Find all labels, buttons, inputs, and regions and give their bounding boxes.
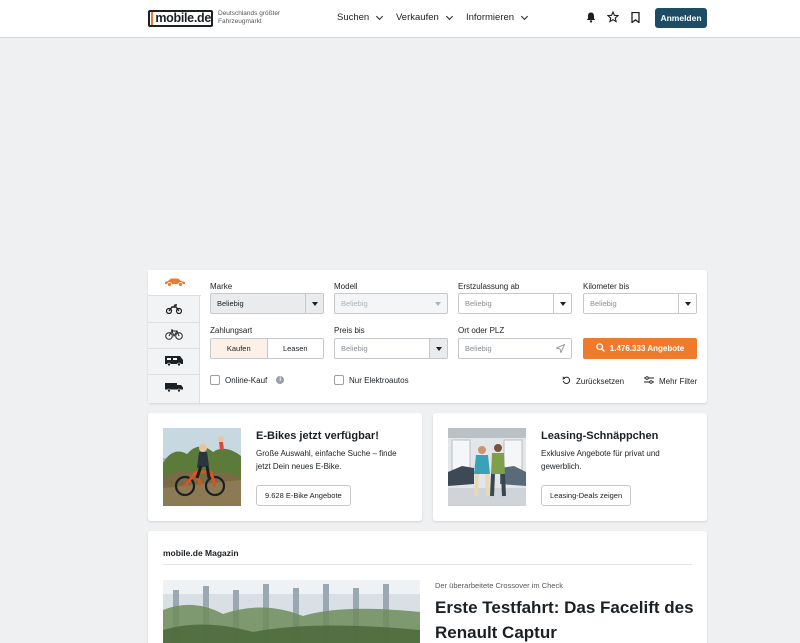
location-input[interactable]: Beliebig — [458, 338, 572, 359]
car-tab[interactable] — [148, 270, 201, 296]
mobile-de-logo[interactable]: mobile.de — [148, 10, 213, 27]
bookmark-icon[interactable] — [629, 11, 641, 23]
leasing-deals-button[interactable]: Leasing-Deals zeigen — [541, 485, 632, 506]
magazine-section: mobile.de Magazin Der überarbeitete Cros… — [148, 531, 707, 643]
bicycle-tab[interactable] — [148, 323, 200, 349]
make-value: Beliebig — [217, 299, 244, 308]
online-purchase-label: Online-Kauf — [225, 375, 268, 385]
nav-verkaufen[interactable]: Verkaufen — [396, 12, 453, 23]
promo-text: Große Auswahl, einfache Suche – finde je… — [256, 449, 397, 471]
electric-only-label: Nur Elektroautos — [349, 375, 409, 385]
show-offers-label: 1.476.333 Angebote — [609, 344, 685, 353]
article-kicker: Der überarbeitete Crossover im Check — [435, 581, 563, 590]
mileage-label: Kilometer bis — [583, 282, 630, 291]
top-header: mobile.de Deutschlands größter Fahrzeugm… — [0, 0, 800, 38]
logo-text: mobile.de — [155, 11, 211, 26]
chevron-down-icon — [429, 294, 447, 313]
vehicle-type-tabs — [148, 270, 201, 403]
motorhome-tab[interactable] — [148, 349, 200, 375]
nav-label: Verkaufen — [396, 12, 439, 23]
first-registration-label: Erstzulassung ab — [458, 282, 520, 291]
location-placeholder: Beliebig — [465, 344, 492, 353]
reset-icon — [562, 376, 571, 387]
checkbox-box[interactable] — [334, 375, 344, 385]
divider — [163, 564, 692, 565]
mileage-value: Beliebig — [590, 299, 617, 308]
nav-informieren[interactable]: Informieren — [466, 12, 529, 23]
chevron-down-icon — [445, 12, 453, 20]
tagline: Deutschlands größter Fahrzeugmarkt — [218, 10, 281, 25]
promo-card-ebikes: E-Bikes jetzt verfügbar! Große Auswahl, … — [148, 413, 422, 521]
price-select[interactable]: Beliebig — [334, 338, 448, 359]
payment-option-kaufen[interactable]: Kaufen — [211, 339, 268, 358]
payment-option-leasen[interactable]: Leasen — [268, 339, 324, 358]
make-select[interactable]: Beliebig — [210, 293, 324, 314]
nav-label: Suchen — [337, 12, 370, 23]
star-icon[interactable] — [607, 11, 619, 23]
search-icon — [596, 343, 605, 354]
ebike-offers-button[interactable]: 9.628 E-Bike Angebote — [256, 485, 351, 506]
chevron-down-icon — [429, 339, 447, 358]
electric-only-checkbox[interactable]: Nur Elektroautos — [334, 375, 409, 385]
motorhome-icon — [164, 353, 184, 371]
truck-tab[interactable] — [148, 375, 200, 401]
login-button[interactable]: Anmelden — [655, 8, 707, 28]
model-select[interactable]: Beliebig — [334, 293, 448, 314]
reset-link[interactable]: Zurücksetzen — [562, 376, 624, 387]
article-headline[interactable]: Erste Testfahrt: Das Facelift des Renaul… — [435, 595, 695, 643]
chevron-down-icon — [376, 12, 384, 20]
location-arrow-icon[interactable] — [555, 343, 566, 355]
motorbike-icon — [165, 301, 183, 319]
first-registration-value: Beliebig — [465, 299, 492, 308]
promo-text: Exklusive Angebote für privat und gewerb… — [541, 449, 660, 471]
bicycle-icon — [165, 327, 183, 345]
magazine-article-image[interactable] — [163, 580, 420, 643]
first-registration-select[interactable]: Beliebig — [458, 293, 572, 314]
magazine-title: mobile.de Magazin — [163, 548, 239, 558]
car-icon — [164, 274, 186, 292]
reset-label: Zurücksetzen — [576, 377, 625, 386]
more-filters-link[interactable]: Mehr Filter — [644, 376, 697, 386]
payment-toggle: Kaufen Leasen — [210, 338, 324, 359]
model-label: Modell — [334, 282, 358, 291]
logo-mark — [151, 12, 154, 25]
location-label: Ort oder PLZ — [458, 326, 505, 335]
chevron-down-icon — [305, 294, 323, 313]
price-value: Beliebig — [341, 344, 368, 353]
leasing-photo — [448, 428, 526, 506]
chevron-down-icon — [521, 12, 529, 20]
truck-icon — [164, 379, 184, 397]
nav-label: Informieren — [466, 12, 515, 23]
promo-title: Leasing-Schnäppchen — [541, 430, 659, 442]
checkbox-box[interactable] — [210, 375, 220, 385]
promo-title: E-Bikes jetzt verfügbar! — [256, 430, 379, 442]
motorbike-tab[interactable] — [148, 297, 200, 323]
model-value: Beliebig — [341, 299, 368, 308]
filter-sliders-icon — [644, 376, 654, 386]
ebike-photo — [163, 428, 241, 506]
promo-card-leasing: Leasing-Schnäppchen Exklusive Angebote f… — [433, 413, 707, 521]
more-filters-label: Mehr Filter — [659, 376, 698, 386]
nav-suchen[interactable]: Suchen — [337, 12, 384, 23]
make-label: Marke — [210, 282, 233, 291]
show-offers-button[interactable]: 1.476.333 Angebote — [583, 338, 697, 359]
chevron-down-icon — [553, 294, 571, 313]
payment-label: Zahlungsart — [210, 326, 253, 335]
online-purchase-checkbox[interactable]: Online-Kauf i — [210, 375, 285, 385]
bell-icon[interactable] — [585, 11, 597, 23]
info-icon[interactable]: i — [276, 376, 285, 384]
mileage-select[interactable]: Beliebig — [583, 293, 697, 314]
chevron-down-icon — [678, 294, 696, 313]
price-label: Preis bis — [334, 326, 365, 335]
